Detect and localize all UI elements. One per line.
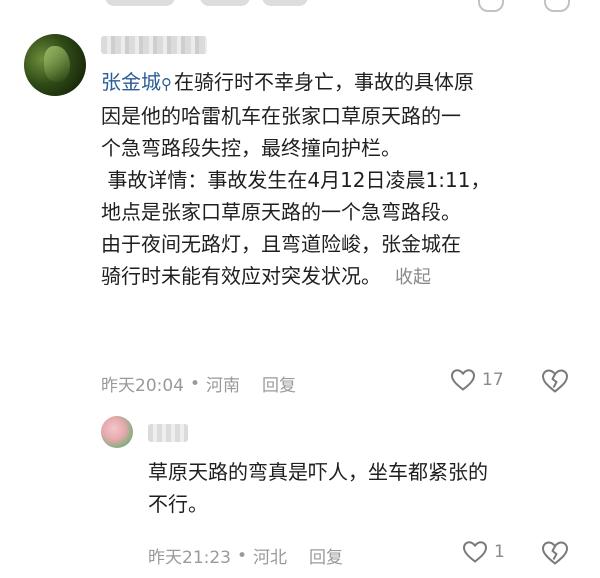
dislike-button[interactable] <box>541 368 569 398</box>
comment-line: 张金城⚲ 在骑行时不幸身亡，事故的具体原 <box>101 70 474 94</box>
broken-heart-icon <box>541 541 569 565</box>
comment-line: 事故详情：事故发生在4月12日凌晨1:11， <box>101 168 491 192</box>
like-button[interactable]: 17 <box>450 368 504 392</box>
replier-avatar[interactable] <box>101 416 133 448</box>
broken-heart-icon <box>541 369 569 393</box>
meta-separator: • <box>190 373 201 394</box>
mention-link[interactable]: 张金城⚲ <box>101 70 174 94</box>
comment-time: 昨天20:04 <box>101 376 184 396</box>
heart-outline-icon <box>450 369 476 391</box>
reply-meta: 昨天21:23 • 河北 回复 <box>148 543 343 569</box>
reply-like-count: 1 <box>494 542 505 562</box>
commenter-avatar[interactable] <box>24 34 86 96</box>
reply-dislike-button[interactable] <box>541 540 569 570</box>
comment-line: 个急弯路段失控，最终撞向护栏。 <box>101 136 401 160</box>
replier-username-blurred[interactable] <box>148 424 188 442</box>
comment-location: 河南 <box>206 376 241 396</box>
like-count: 17 <box>482 370 504 390</box>
reply-button[interactable]: 回复 <box>262 371 296 396</box>
comment-line: 由于夜间无路灯，且弯道险峻，张金城在 <box>101 232 461 256</box>
reply-body: 草原天路的弯真是吓人，坐车都紧张的 不行。 <box>148 456 578 520</box>
reply-line: 不行。 <box>148 492 208 516</box>
comment-body: 张金城⚲ 在骑行时不幸身亡，事故的具体原 因是他的哈雷机车在张家口草原天路的一 个… <box>101 66 571 294</box>
reply-line: 草原天路的弯真是吓人，坐车都紧张的 <box>148 460 488 484</box>
search-icon: ⚲ <box>161 75 172 93</box>
reply-like-button[interactable]: 1 <box>462 540 505 564</box>
meta-separator: • <box>237 545 248 566</box>
heart-outline-icon <box>462 541 488 563</box>
comment-meta: 昨天20:04 • 河南 回复 <box>101 371 296 397</box>
reply-location: 河北 <box>253 548 288 568</box>
reply-time: 昨天21:23 <box>148 548 231 568</box>
previous-comment-remnant <box>0 0 600 16</box>
comment-line: 地点是张家口草原天路的一个急弯路段。 <box>101 200 461 224</box>
collapse-link[interactable]: 收起 <box>395 267 431 288</box>
comment-line: 骑行时未能有效应对突发状况。 收起 <box>101 264 431 288</box>
comment-line: 因是他的哈雷机车在张家口草原天路的一 <box>101 104 461 128</box>
reply-button[interactable]: 回复 <box>309 543 343 568</box>
commenter-username-blurred[interactable] <box>101 36 207 54</box>
